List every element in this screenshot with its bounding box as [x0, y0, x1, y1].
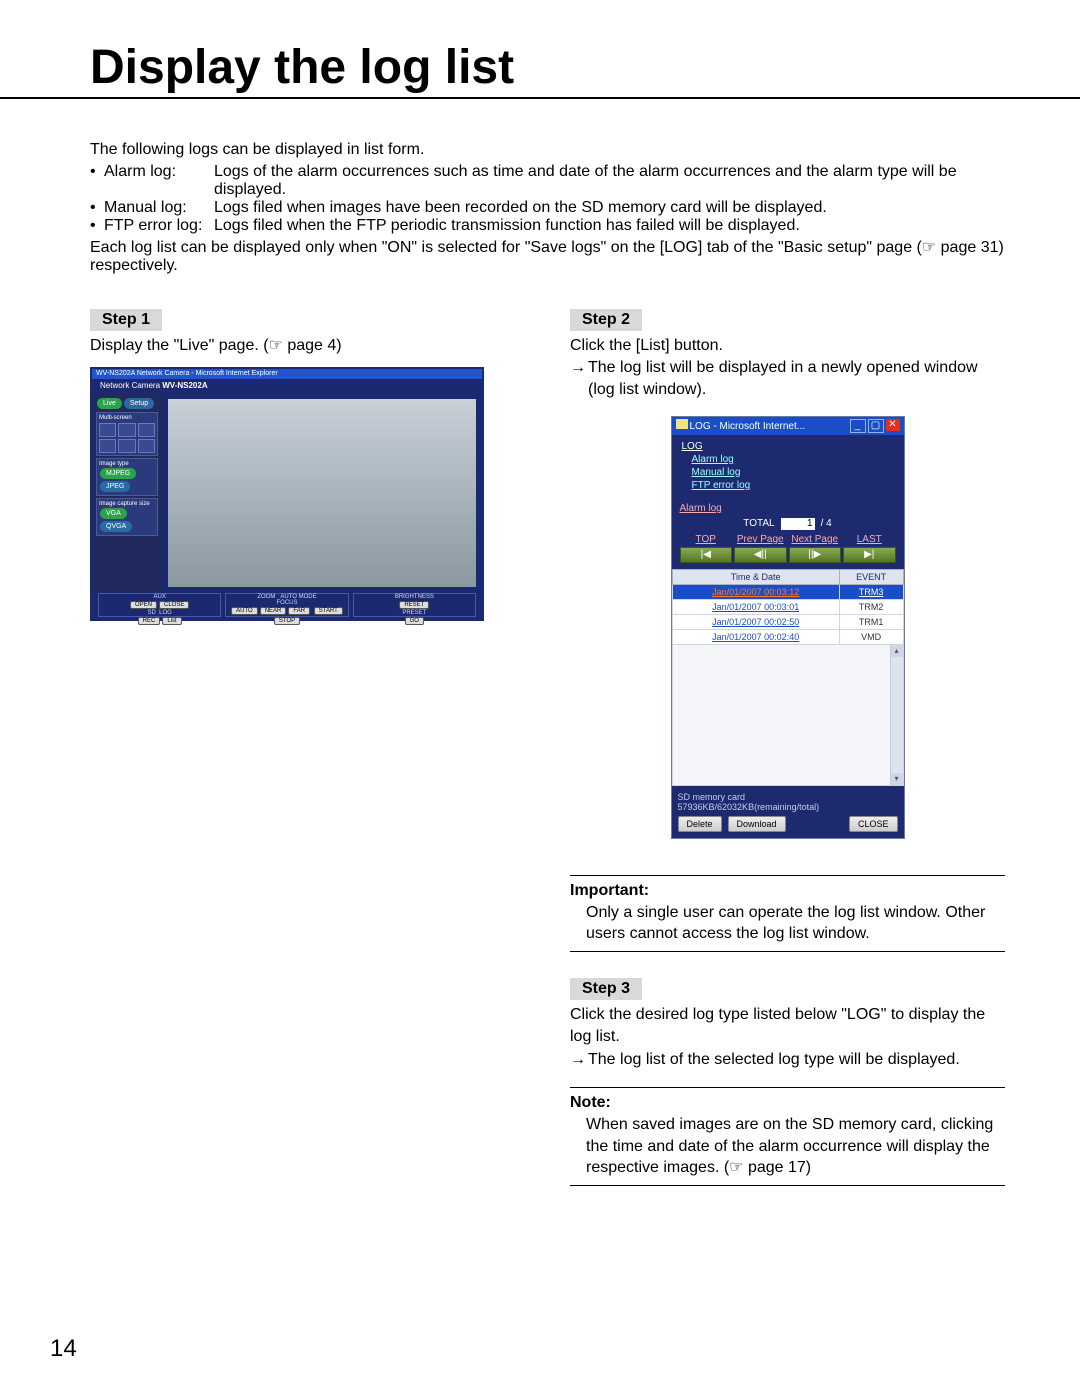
step2-line2: The log list will be displayed in a newl…: [588, 357, 1005, 402]
brightness-reset-button[interactable]: RESET: [399, 601, 429, 609]
step1-text: Display the "Live" page. (☞ page 4): [90, 335, 525, 357]
log-definitions: • Alarm log: Logs of the alarm occurrenc…: [90, 163, 1005, 235]
pager-next-button[interactable]: ||▶: [789, 547, 842, 563]
rec-button[interactable]: REC: [138, 617, 161, 625]
list-item: • Manual log: Logs filed when images hav…: [90, 199, 1005, 217]
close-button[interactable]: ✕: [886, 419, 900, 431]
table-row: Jan/01/2007 00:03:12TRM3: [672, 584, 903, 599]
window-titlebar: WV-NS202A Network Camera - Microsoft Int…: [92, 369, 482, 379]
pager-first-button[interactable]: |◀: [680, 547, 733, 563]
page-title: Display the log list: [90, 40, 1005, 95]
step2-label: Step 2: [570, 309, 642, 331]
scrollbar[interactable]: ▴ ▾: [890, 645, 903, 785]
minimize-button[interactable]: _: [850, 419, 866, 433]
page-number: 14: [50, 1335, 77, 1363]
important-body: Only a single user can operate the log l…: [586, 902, 1005, 945]
log-time-link[interactable]: Jan/01/2007 00:02:40: [672, 629, 839, 644]
multiscreen-icon[interactable]: [99, 439, 116, 453]
list-item: • FTP error log: Logs filed when the FTP…: [90, 217, 1005, 235]
focus-auto-button[interactable]: AUTO: [231, 607, 258, 615]
focus-far-button[interactable]: FAR: [288, 607, 310, 615]
step1-label: Step 1: [90, 309, 162, 331]
pager-prev-button[interactable]: ◀||: [734, 547, 787, 563]
ie-icon: [676, 419, 688, 429]
aux-close-button[interactable]: CLOSE: [159, 601, 189, 609]
important-heading: Important:: [570, 882, 1005, 900]
log-list-window: LOG - Microsoft Internet... _ ▢ ✕ LOG Al…: [671, 416, 905, 839]
intro-text: The following logs can be displayed in l…: [90, 139, 1005, 161]
step2-line1: Click the [List] button.: [570, 335, 1005, 357]
pager-next-label: Next Page: [789, 534, 842, 545]
scroll-up-icon[interactable]: ▴: [891, 645, 903, 657]
pager-prev-label: Prev Page: [734, 534, 787, 545]
vga-button[interactable]: VGA: [100, 508, 127, 519]
scroll-down-icon[interactable]: ▾: [891, 773, 903, 785]
camera-video-view: [168, 399, 476, 587]
log-time-link[interactable]: Jan/01/2007 00:02:50: [672, 614, 839, 629]
pager-top-label: TOP: [680, 534, 733, 545]
delete-button[interactable]: Delete: [678, 816, 722, 832]
pager-last-label: LAST: [843, 534, 896, 545]
arrow-icon: →: [570, 1049, 588, 1071]
multiscreen-icon[interactable]: [138, 439, 155, 453]
divider: [570, 875, 1005, 876]
title-divider: [0, 97, 1080, 99]
close-log-button[interactable]: CLOSE: [849, 816, 898, 832]
mjpeg-button[interactable]: MJPEG: [100, 468, 136, 479]
manual-log-link[interactable]: Manual log: [692, 467, 894, 478]
multiscreen-icon[interactable]: [118, 423, 135, 437]
table-blank-area: ▴ ▾: [672, 645, 904, 786]
setup-button[interactable]: Setup: [124, 398, 154, 409]
total-of: / 4: [821, 518, 832, 529]
divider: [570, 1087, 1005, 1088]
note-body: When saved images are on the SD memory c…: [586, 1114, 1005, 1179]
sd-card-label: SD memory card: [678, 792, 898, 802]
table-row: Jan/01/2007 00:02:40VMD: [672, 629, 903, 644]
jpeg-button[interactable]: JPEG: [100, 481, 130, 492]
camera-model: Network Camera: [100, 381, 162, 390]
live-button[interactable]: Live: [97, 398, 122, 409]
table-row: Jan/01/2007 00:03:01TRM2: [672, 599, 903, 614]
preset-go-button[interactable]: GO: [405, 617, 424, 625]
arrow-icon: →: [570, 357, 588, 402]
alarm-log-link[interactable]: Alarm log: [692, 454, 894, 465]
list-item: • Alarm log: Logs of the alarm occurrenc…: [90, 163, 1005, 199]
start-button[interactable]: START: [314, 607, 343, 615]
log-time-link[interactable]: Jan/01/2007 00:03:12: [672, 584, 839, 599]
alarm-log-section: Alarm log: [680, 503, 722, 514]
table-row: Jan/01/2007 00:02:50TRM1: [672, 614, 903, 629]
total-label: TOTAL: [743, 518, 774, 529]
sd-card-stats: 57936KB/62032KB(remaining/total): [678, 802, 898, 812]
maximize-button[interactable]: ▢: [868, 419, 884, 433]
note-heading: Note:: [570, 1094, 1005, 1112]
log-heading: LOG: [682, 441, 894, 452]
multiscreen-icon[interactable]: [99, 423, 116, 437]
ftp-error-log-link[interactable]: FTP error log: [692, 480, 894, 491]
col-time-date: Time & Date: [672, 569, 839, 584]
step3-label: Step 3: [570, 978, 642, 1000]
qvga-button[interactable]: QVGA: [100, 521, 132, 532]
step3-line2: The log list of the selected log type wi…: [588, 1049, 1005, 1071]
multiscreen-icon[interactable]: [138, 423, 155, 437]
divider: [570, 1185, 1005, 1186]
window-title: LOG - Microsoft Internet...: [676, 419, 806, 432]
log-time-link[interactable]: Jan/01/2007 00:03:01: [672, 599, 839, 614]
focus-near-button[interactable]: NEAR: [260, 607, 287, 615]
multiscreen-icon[interactable]: [118, 439, 135, 453]
total-page-input[interactable]: 1: [781, 518, 815, 530]
download-button[interactable]: Download: [728, 816, 786, 832]
footnote: Each log list can be displayed only when…: [90, 237, 1005, 275]
pager-last-button[interactable]: ▶|: [843, 547, 896, 563]
list-button[interactable]: List: [162, 617, 181, 625]
live-page-screenshot: WV-NS202A Network Camera - Microsoft Int…: [90, 367, 484, 621]
col-event: EVENT: [839, 569, 903, 584]
aux-open-button[interactable]: OPEN: [130, 601, 157, 609]
step3-line1: Click the desired log type listed below …: [570, 1004, 1005, 1049]
log-table: Time & DateEVENT Jan/01/2007 00:03:12TRM…: [672, 569, 904, 645]
stop-button[interactable]: STOP: [274, 617, 300, 625]
